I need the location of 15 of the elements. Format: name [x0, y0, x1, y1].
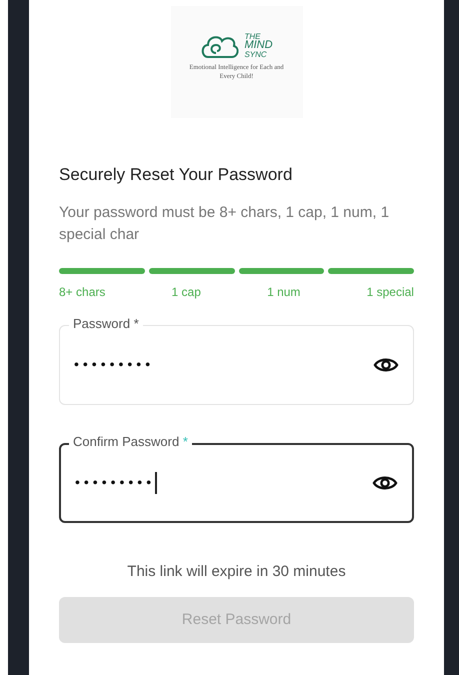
masked-password: ••••••••• — [75, 473, 156, 492]
field-label: Confirm Password * — [69, 434, 192, 450]
requirement-label: 1 special — [366, 284, 414, 300]
password-rules-text: Your password must be 8+ chars, 1 cap, 1 num, 1 special char — [59, 202, 390, 244]
logo-word: THE — [244, 32, 260, 41]
requirement-label: 1 cap — [172, 284, 201, 300]
expiry-note: This link will expire in 30 minutes — [126, 562, 347, 582]
masked-password: ••••••••• — [74, 355, 154, 374]
field-label: Password * — [69, 316, 143, 332]
requirement-label: 1 num — [267, 284, 300, 300]
page-title: Securely Reset Your Password — [59, 164, 294, 186]
logo-word: MIND — [244, 41, 273, 50]
requirement-label: 8+ chars — [59, 284, 106, 300]
logo-word: SYNC — [244, 50, 268, 59]
text-cursor — [155, 472, 157, 494]
